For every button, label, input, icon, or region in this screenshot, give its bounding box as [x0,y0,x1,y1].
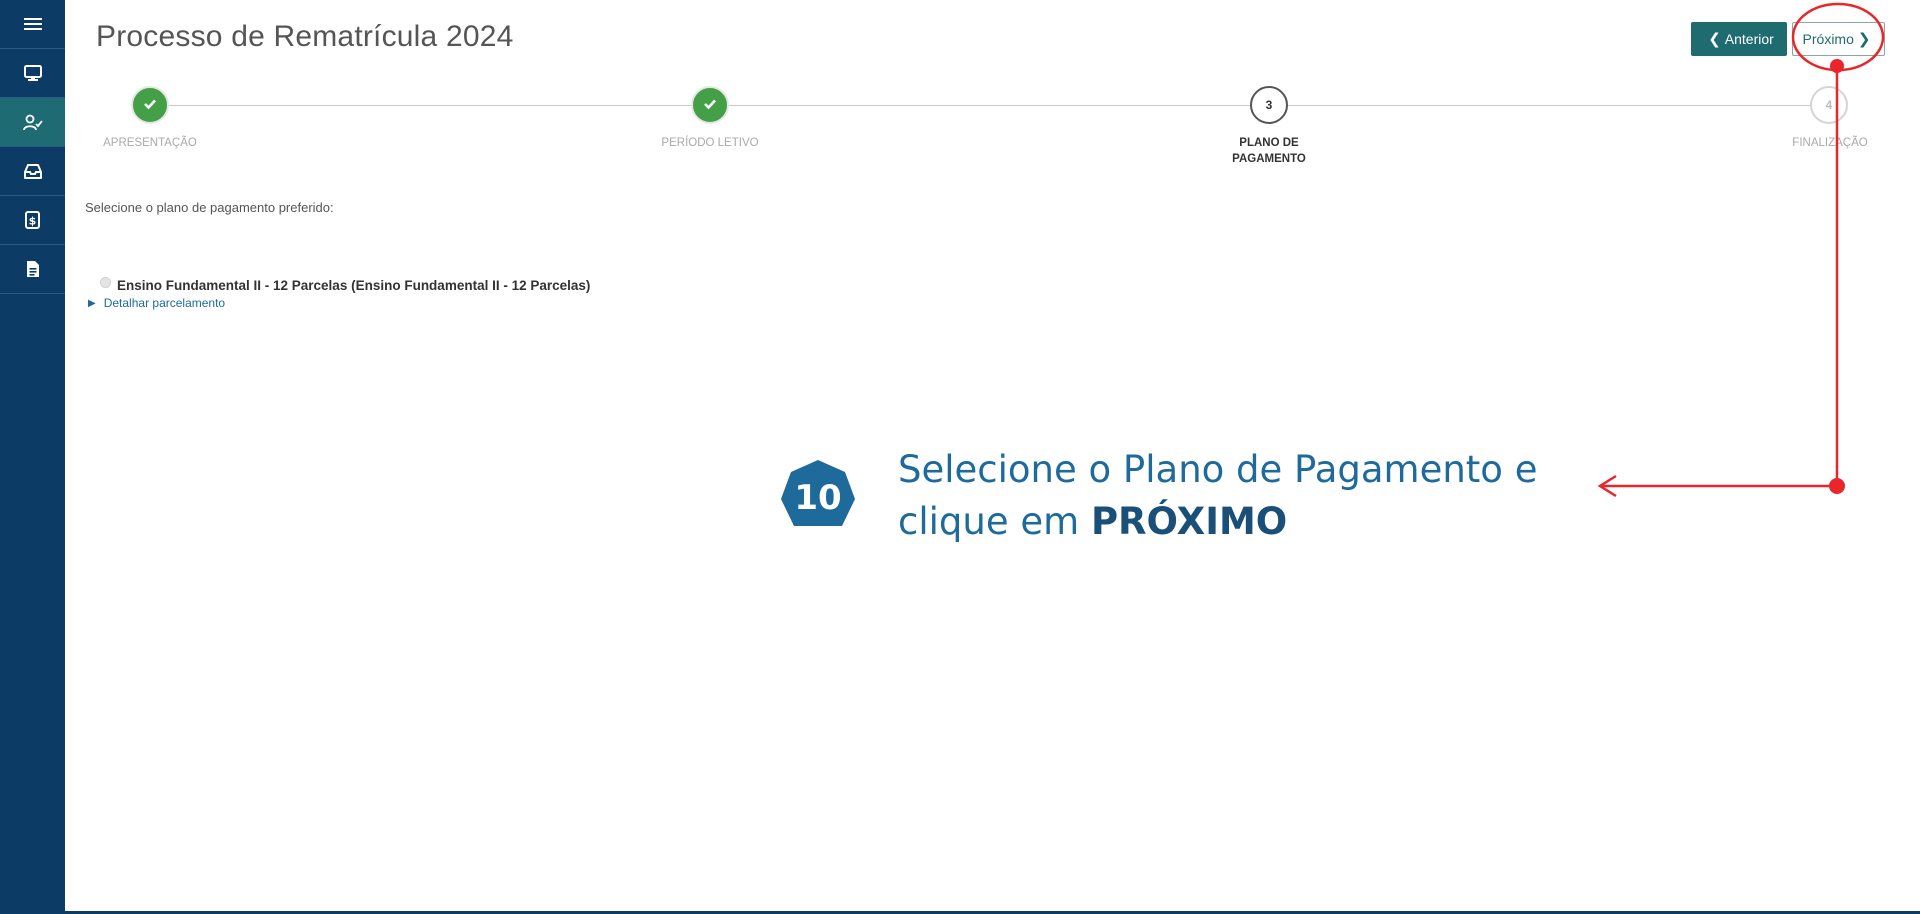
app-root: $ Processo de Rematrícula 2024 ❮ Anterio… [0,0,1920,914]
annotation-callout: Selecione o Plano de Pagamento e clique … [898,444,1537,548]
callout-emphasis: PRÓXIMO [1090,500,1288,543]
step-badge-number: 10 [794,478,842,518]
callout-line-2: clique em PRÓXIMO [898,496,1537,548]
callout-line-2-prefix: clique em [898,500,1091,543]
callout-line-1: Selecione o Plano de Pagamento e [898,448,1538,491]
